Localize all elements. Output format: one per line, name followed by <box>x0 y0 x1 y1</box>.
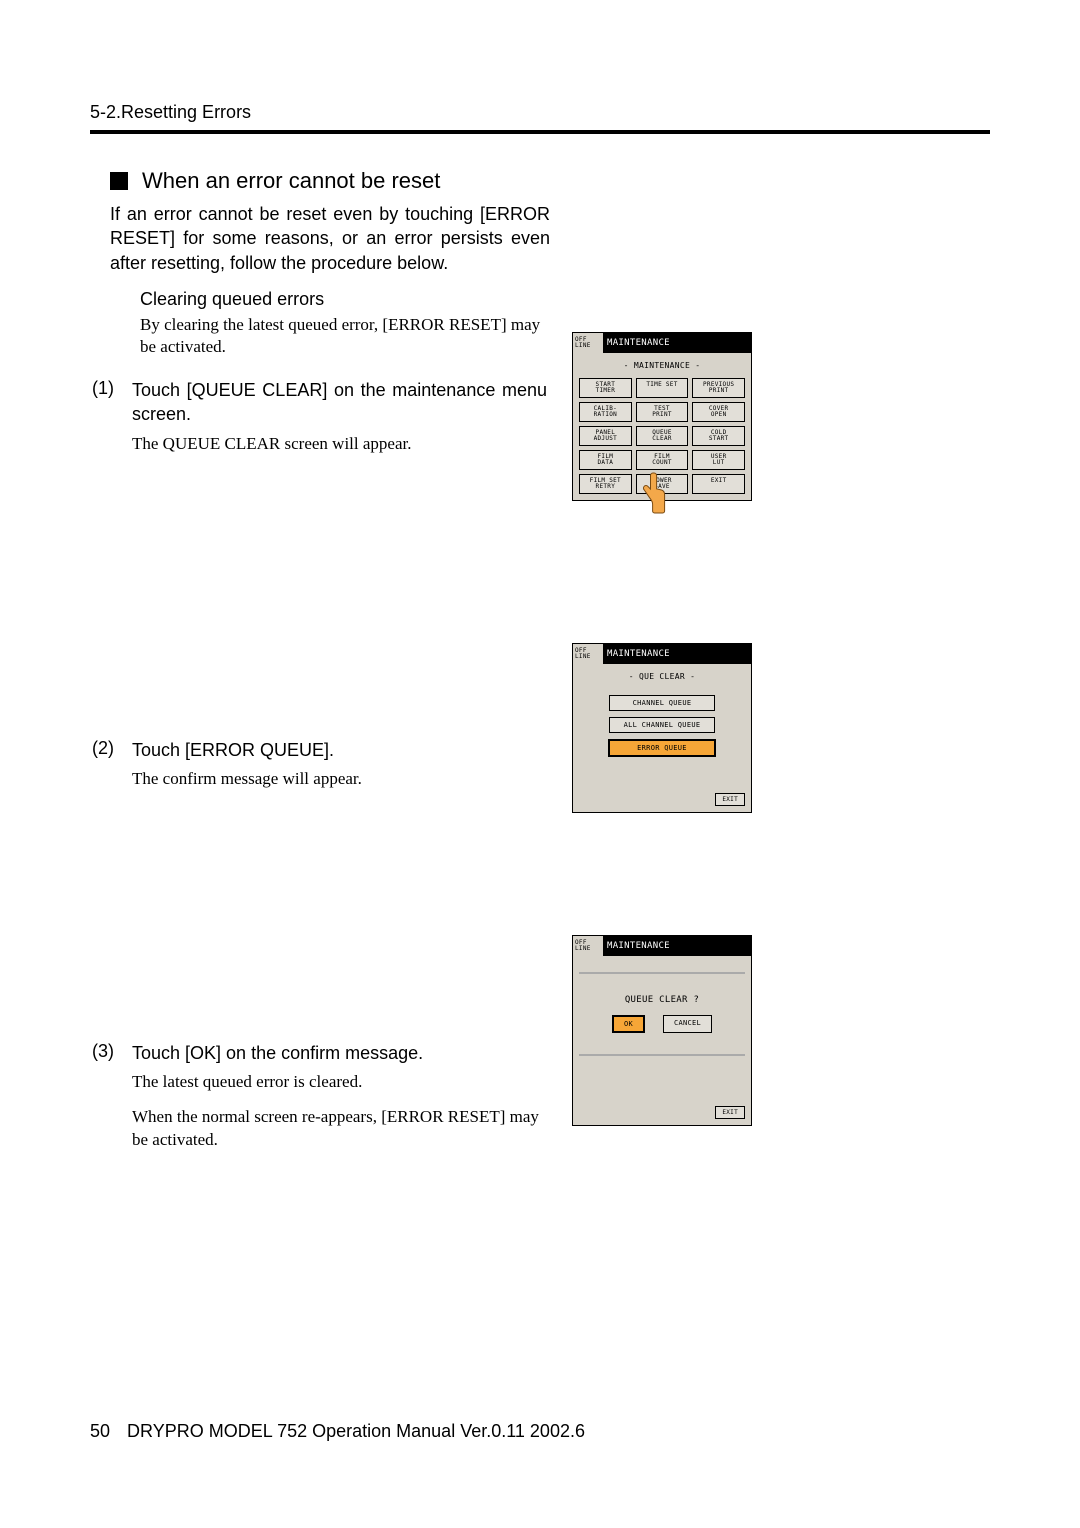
manual-page: 5-2.Resetting Errors When an error canno… <box>0 0 1080 1528</box>
screen-body: QUEUE CLEAR ? OK CANCEL EXIT <box>573 956 751 1125</box>
step-3: (3) Touch [OK] on the confirm message. <box>110 1041 970 1065</box>
step-3-note-a: The latest queued error is cleared. <box>132 1071 547 1094</box>
status-line-2: LINE <box>575 946 603 952</box>
screen-body: - MAINTENANCE - STARTTIMER TIME SET PREV… <box>573 361 751 500</box>
page-number: 50 <box>90 1421 110 1441</box>
footer-title: DRYPRO MODEL 752 Operation Manual Ver.0.… <box>127 1421 585 1441</box>
btn-cover-open[interactable]: COVEROPEN <box>692 402 745 422</box>
sub-heading: Clearing queued errors <box>140 289 970 310</box>
btn-all-channel-queue[interactable]: ALL CHANNEL QUEUE <box>609 717 715 733</box>
screenshot-queue-clear: OFF LINE MAINTENANCE - QUE CLEAR - CHANN… <box>572 643 752 813</box>
status-indicator: OFF LINE <box>573 644 603 664</box>
exit-row: EXIT <box>573 1102 751 1125</box>
sub-body: By clearing the latest queued error, [ER… <box>140 314 550 358</box>
step-1-text: Touch [QUEUE CLEAR] on the maintenance m… <box>132 378 547 427</box>
step-2-number: (2) <box>92 738 126 762</box>
step-2-note: The confirm message will appear. <box>132 768 547 791</box>
screen-header: OFF LINE MAINTENANCE <box>573 936 751 956</box>
screen-subtitle: - QUE CLEAR - <box>573 672 751 681</box>
intro-paragraph: If an error cannot be reset even by touc… <box>110 202 550 275</box>
step-3-text: Touch [OK] on the confirm message. <box>132 1041 547 1065</box>
btn-exit[interactable]: EXIT <box>715 1106 745 1119</box>
step-3-note-b: When the normal screen re-appears, [ERRO… <box>132 1106 547 1152</box>
btn-power-save[interactable]: POWERSAVE <box>636 474 689 494</box>
maintenance-buttons-grid: STARTTIMER TIME SET PREVIOUSPRINT CALIB-… <box>573 378 751 500</box>
btn-film-count[interactable]: FILMCOUNT <box>636 450 689 470</box>
confirm-question: QUEUE CLEAR ? <box>625 995 699 1005</box>
btn-start-timer[interactable]: STARTTIMER <box>579 378 632 398</box>
status-line-2: LINE <box>575 654 603 660</box>
page-footer: 50 DRYPRO MODEL 752 Operation Manual Ver… <box>90 1421 585 1442</box>
btn-exit[interactable]: EXIT <box>692 474 745 494</box>
btn-time-set[interactable]: TIME SET <box>636 378 689 398</box>
btn-channel-queue[interactable]: CHANNEL QUEUE <box>609 695 715 711</box>
confirm-box: QUEUE CLEAR ? OK CANCEL <box>579 972 745 1056</box>
heading-text: When an error cannot be reset <box>142 168 440 194</box>
confirm-buttons: OK CANCEL <box>612 1015 712 1033</box>
btn-calibration[interactable]: CALIB-RATION <box>579 402 632 422</box>
exit-row: EXIT <box>573 789 751 812</box>
btn-error-queue[interactable]: ERROR QUEUE <box>608 739 716 757</box>
btn-queue-clear[interactable]: QUEUECLEAR <box>636 426 689 446</box>
btn-panel-adjust[interactable]: PANELADJUST <box>579 426 632 446</box>
btn-cold-start[interactable]: COLDSTART <box>692 426 745 446</box>
btn-cancel[interactable]: CANCEL <box>663 1015 712 1033</box>
screen-title: MAINTENANCE <box>603 936 751 956</box>
btn-film-data[interactable]: FILMDATA <box>579 450 632 470</box>
step-2: (2) Touch [ERROR QUEUE]. <box>110 738 970 762</box>
status-indicator: OFF LINE <box>573 333 603 353</box>
status-line-2: LINE <box>575 343 603 349</box>
btn-film-set-retry[interactable]: FILM SETRETRY <box>579 474 632 494</box>
screen-subtitle: - MAINTENANCE - <box>573 361 751 370</box>
screenshot-confirm: OFF LINE MAINTENANCE QUEUE CLEAR ? OK CA… <box>572 935 752 1126</box>
confirm-area: QUEUE CLEAR ? OK CANCEL <box>573 956 751 1068</box>
btn-test-print[interactable]: TESTPRINT <box>636 402 689 422</box>
header-rule <box>90 130 990 134</box>
btn-exit[interactable]: EXIT <box>715 793 745 806</box>
content-column: When an error cannot be reset If an erro… <box>110 168 970 1152</box>
btn-user-lut[interactable]: USERLUT <box>692 450 745 470</box>
running-header: 5-2.Resetting Errors <box>90 102 251 123</box>
step-3-number: (3) <box>92 1041 126 1065</box>
screen-title: MAINTENANCE <box>603 333 751 353</box>
screen-header: OFF LINE MAINTENANCE <box>573 333 751 353</box>
screen-body: - QUE CLEAR - CHANNEL QUEUE ALL CHANNEL … <box>573 672 751 812</box>
screenshot-maintenance-menu: OFF LINE MAINTENANCE - MAINTENANCE - STA… <box>572 332 752 501</box>
btn-previous-print[interactable]: PREVIOUSPRINT <box>692 378 745 398</box>
screen-header: OFF LINE MAINTENANCE <box>573 644 751 664</box>
screen-title: MAINTENANCE <box>603 644 751 664</box>
step-2-text: Touch [ERROR QUEUE]. <box>132 738 547 762</box>
status-indicator: OFF LINE <box>573 936 603 956</box>
queue-clear-list: CHANNEL QUEUE ALL CHANNEL QUEUE ERROR QU… <box>573 689 751 763</box>
step-1: (1) Touch [QUEUE CLEAR] on the maintenan… <box>110 378 970 427</box>
step-1-note: The QUEUE CLEAR screen will appear. <box>132 433 547 456</box>
step-1-number: (1) <box>92 378 126 427</box>
heading-bullet-square <box>110 172 128 190</box>
heading: When an error cannot be reset <box>110 168 970 194</box>
btn-ok[interactable]: OK <box>612 1015 645 1033</box>
